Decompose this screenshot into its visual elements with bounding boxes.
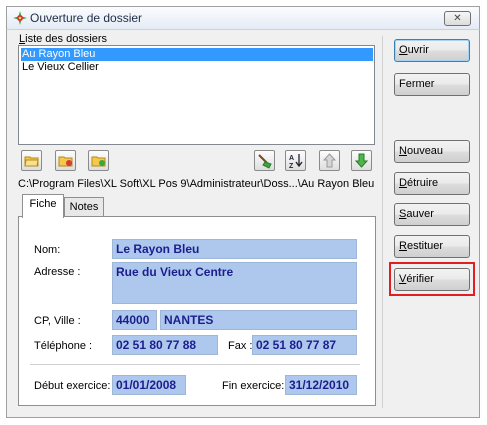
detruire-label: étruire — [406, 177, 439, 189]
app-icon — [12, 10, 28, 26]
fermer-button[interactable]: Fermer — [394, 73, 470, 96]
fin-exercice-label: Fin exercice: — [222, 380, 285, 392]
broom-icon — [258, 154, 272, 169]
vertical-separator — [382, 36, 383, 408]
move-down-button[interactable] — [351, 150, 372, 171]
open-folder-button[interactable] — [21, 150, 42, 171]
svg-text:A: A — [289, 155, 294, 162]
telephone-label: Téléphone : — [34, 340, 93, 352]
window-title: Ouverture de dossier — [30, 11, 143, 25]
ouvrir-mnemonic: O — [399, 44, 408, 56]
cp-field[interactable]: 44000 — [112, 310, 157, 330]
sauver-label: auver — [406, 208, 434, 220]
fax-field[interactable]: 02 51 80 77 87 — [252, 335, 357, 355]
folder-green-icon — [91, 156, 106, 167]
ouvrir-label: uvrir — [407, 44, 429, 56]
arrow-down-icon — [354, 153, 369, 168]
fermer-label: Fermer — [399, 78, 435, 90]
folder-list-label: Liste des dossiers — [19, 33, 107, 45]
tab-notes[interactable]: Notes — [64, 197, 104, 217]
delete-folder-button[interactable] — [55, 150, 76, 171]
debut-exercice-label: Début exercice: — [34, 380, 111, 392]
verifier-label: érifier — [406, 273, 434, 285]
separator — [30, 364, 360, 365]
folder-red-icon — [58, 156, 73, 167]
tab-fiche[interactable]: Fiche — [22, 194, 64, 218]
close-button[interactable]: ✕ — [444, 11, 471, 26]
folder-open-icon — [24, 156, 39, 167]
move-up-button[interactable] — [319, 150, 340, 171]
detruire-button[interactable]: Détruire — [394, 172, 470, 195]
nouveau-label: ouveau — [406, 145, 444, 157]
adresse-label: Adresse : — [34, 266, 81, 278]
adresse-field[interactable]: Rue du Vieux Centre — [112, 262, 357, 304]
clean-button[interactable] — [254, 150, 275, 171]
ville-field[interactable]: NANTES — [160, 310, 357, 330]
nom-label: Nom: — [34, 244, 61, 256]
new-folder-button[interactable] — [88, 150, 109, 171]
restituer-mnemonic: R — [399, 240, 407, 252]
sort-az-icon: AZ — [289, 154, 303, 170]
restituer-button[interactable]: Restituer — [394, 235, 470, 258]
verifier-button[interactable]: Vérifier — [394, 268, 470, 291]
telephone-field[interactable]: 02 51 80 77 88 — [112, 335, 218, 355]
sort-button[interactable]: AZ — [285, 150, 306, 171]
restituer-label: estituer — [406, 240, 444, 252]
nouveau-mnemonic: N — [399, 145, 407, 157]
cp-ville-label: CP, Ville : — [34, 315, 81, 327]
ouvrir-button[interactable]: Ouvrir — [394, 39, 470, 62]
folder-path: C:\Program Files\XL Soft\XL Pos 9\Admini… — [18, 178, 375, 190]
svg-text:Z: Z — [289, 163, 294, 170]
detruire-mnemonic: D — [399, 177, 407, 189]
nom-field[interactable]: Le Rayon Bleu — [112, 239, 357, 259]
list-item[interactable]: Au Rayon Bleu — [21, 48, 373, 61]
folder-listbox[interactable]: Au Rayon Bleu Le Vieux Cellier — [18, 45, 375, 145]
list-item[interactable]: Le Vieux Cellier — [21, 61, 373, 74]
fax-label: Fax : — [228, 340, 253, 352]
sauver-button[interactable]: Sauver — [394, 203, 470, 226]
nouveau-button[interactable]: Nouveau — [394, 140, 470, 163]
fin-exercice-field[interactable]: 31/12/2010 — [285, 375, 357, 395]
arrow-up-icon — [322, 153, 337, 168]
debut-exercice-field[interactable]: 01/01/2008 — [112, 375, 186, 395]
folder-list-label-rest: iste des dossiers — [25, 33, 108, 45]
close-icon: ✕ — [453, 13, 462, 24]
